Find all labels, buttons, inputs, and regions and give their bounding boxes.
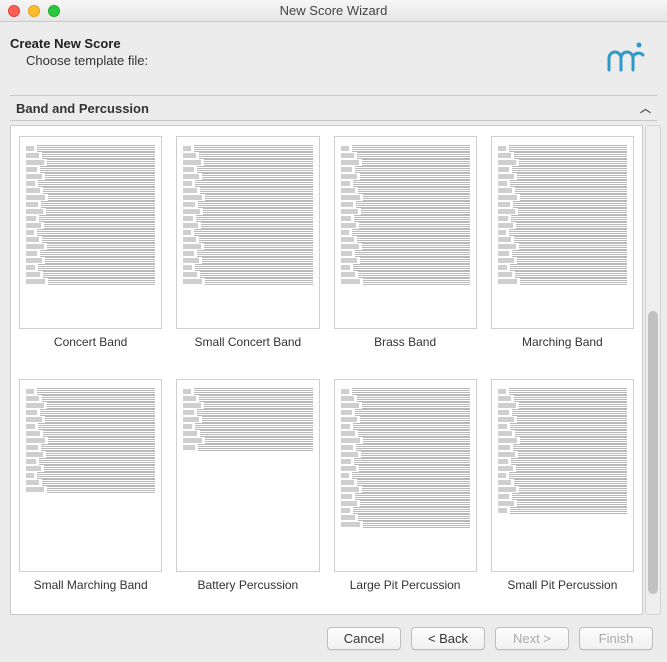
template-label: Small Marching Band: [34, 578, 148, 592]
template-item[interactable]: Small Marching Band: [19, 379, 162, 604]
cancel-button[interactable]: Cancel: [327, 627, 401, 650]
finish-button[interactable]: Finish: [579, 627, 653, 650]
section-title: Band and Percussion: [16, 101, 149, 116]
wizard-header: Create New Score Choose template file:: [0, 22, 667, 83]
template-thumbnail: [491, 136, 634, 329]
template-label: Brass Band: [374, 335, 436, 349]
window-controls: [0, 5, 60, 17]
template-grid: Concert Band Small Concert Band Brass Band…: [10, 125, 643, 615]
template-thumbnail: [19, 136, 162, 329]
template-item[interactable]: Small Pit Percussion: [491, 379, 634, 604]
template-label: Battery Percussion: [198, 578, 299, 592]
window-title: New Score Wizard: [0, 3, 667, 18]
template-item[interactable]: Battery Percussion: [176, 379, 319, 604]
template-item[interactable]: Large Pit Percussion: [334, 379, 477, 604]
template-label: Marching Band: [522, 335, 603, 349]
template-item[interactable]: Small Concert Band: [176, 136, 319, 361]
scrollbar[interactable]: [645, 125, 661, 615]
template-label: Large Pit Percussion: [350, 578, 461, 592]
template-label: Small Pit Percussion: [507, 578, 617, 592]
wizard-heading: Create New Score: [10, 36, 148, 51]
template-thumbnail: [491, 379, 634, 572]
wizard-subheading: Choose template file:: [26, 53, 148, 68]
template-thumbnail: [334, 379, 477, 572]
template-item[interactable]: Concert Band: [19, 136, 162, 361]
chevron-up-icon: ︿: [640, 100, 651, 116]
template-item[interactable]: Brass Band: [334, 136, 477, 361]
wizard-footer: Cancel < Back Next > Finish: [327, 627, 653, 650]
template-thumbnail: [334, 136, 477, 329]
template-label: Small Concert Band: [195, 335, 302, 349]
zoom-window-button[interactable]: [48, 5, 60, 17]
template-item[interactable]: Marching Band: [491, 136, 634, 361]
minimize-window-button[interactable]: [28, 5, 40, 17]
template-thumbnail: [19, 379, 162, 572]
template-label: Concert Band: [54, 335, 127, 349]
next-button[interactable]: Next >: [495, 627, 569, 650]
template-scroll-area: Concert Band Small Concert Band Brass Band…: [10, 125, 661, 615]
musescore-logo-icon: [605, 36, 649, 77]
back-button[interactable]: < Back: [411, 627, 485, 650]
close-window-button[interactable]: [8, 5, 20, 17]
titlebar: New Score Wizard: [0, 0, 667, 22]
section-header[interactable]: Band and Percussion ︿: [10, 95, 657, 121]
template-thumbnail: [176, 136, 319, 329]
template-thumbnail: [176, 379, 319, 572]
scrollbar-thumb[interactable]: [648, 311, 658, 594]
wizard-header-text: Create New Score Choose template file:: [10, 36, 148, 68]
